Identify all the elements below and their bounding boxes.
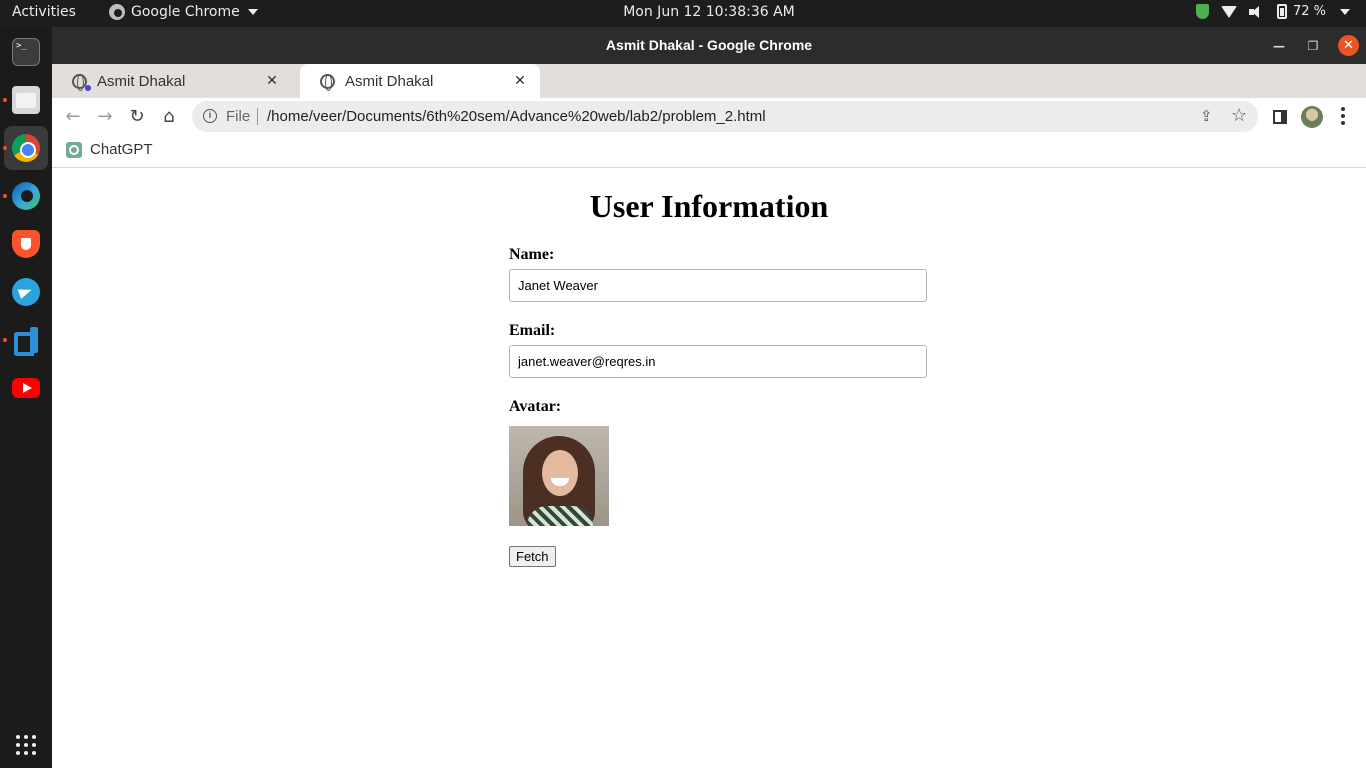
bookmark-label: ChatGPT xyxy=(90,141,153,158)
chatgpt-icon xyxy=(66,141,82,158)
close-window-button[interactable]: ✕ xyxy=(1338,35,1359,56)
terminal-icon: >_ xyxy=(12,38,40,66)
system-tray[interactable]: 72 % xyxy=(1195,4,1350,19)
running-indicator xyxy=(3,146,7,150)
dock-telegram[interactable] xyxy=(4,270,48,314)
files-icon xyxy=(12,86,40,114)
globe-icon xyxy=(320,73,335,91)
tab-asmit-dhakal-1[interactable]: Asmit Dhakal ✕ xyxy=(52,64,292,98)
tab-strip: Asmit Dhakal ✕ Asmit Dhakal ✕ + xyxy=(52,64,1366,127)
back-button[interactable]: ← xyxy=(62,106,84,128)
tab-close-icon[interactable]: ✕ xyxy=(512,72,528,88)
bookmarks-bar: ChatGPT xyxy=(52,135,1366,168)
system-menu-chevron-icon[interactable] xyxy=(1340,8,1350,15)
telegram-icon xyxy=(12,278,40,306)
youtube-icon xyxy=(12,378,40,398)
divider xyxy=(257,108,258,125)
dock-chrome[interactable] xyxy=(3,126,48,170)
dock: >_ xyxy=(0,27,52,768)
battery-icon[interactable] xyxy=(1276,4,1287,19)
tab-title: Asmit Dhakal xyxy=(345,72,434,90)
name-label: Name: xyxy=(509,246,555,263)
fetch-button[interactable]: Fetch xyxy=(509,546,556,567)
url-text[interactable]: /home/veer/Documents/6th%20sem/Advance%2… xyxy=(267,108,766,125)
tab-close-icon[interactable]: ✕ xyxy=(264,72,280,88)
share-icon[interactable]: ⇪ xyxy=(1200,107,1213,125)
running-indicator xyxy=(3,194,7,198)
tab-activity-dot xyxy=(85,85,91,91)
battery-percent[interactable]: 72 % xyxy=(1293,4,1326,19)
running-indicator xyxy=(3,338,7,342)
minimize-button[interactable]: — xyxy=(1269,36,1289,56)
bookmark-star-icon[interactable]: ☆ xyxy=(1231,105,1247,126)
dock-vscode[interactable] xyxy=(3,318,48,362)
clock[interactable]: Mon Jun 12 10:38:36 AM xyxy=(0,4,1366,20)
dock-youtube[interactable] xyxy=(4,366,48,410)
bookmark-chatgpt[interactable]: ChatGPT xyxy=(66,141,153,158)
running-indicator xyxy=(3,98,7,102)
vscode-icon xyxy=(12,326,40,356)
reload-button[interactable]: ↻ xyxy=(126,106,148,128)
profile-avatar[interactable] xyxy=(1301,106,1323,128)
brave-icon xyxy=(12,230,40,258)
chrome-window: Asmit Dhakal - Google Chrome — ❐ ✕ Asmit… xyxy=(52,27,1366,768)
volume-icon[interactable] xyxy=(1248,5,1265,19)
show-apps-grid-icon[interactable] xyxy=(16,735,36,755)
forward-button[interactable]: → xyxy=(94,106,116,128)
browser-toolbar: ← → ↻ ⌂ i File /home/veer/Documents/6th%… xyxy=(52,98,1366,135)
tab-title: Asmit Dhakal xyxy=(97,72,186,90)
home-button[interactable]: ⌂ xyxy=(158,106,180,128)
wifi-icon[interactable] xyxy=(1220,5,1237,18)
edge-icon xyxy=(12,182,40,210)
system-top-bar: Activities Google Chrome Mon Jun 12 10:3… xyxy=(0,0,1366,27)
page-title: User Information xyxy=(589,188,829,224)
dock-brave[interactable] xyxy=(4,222,48,266)
window-titlebar[interactable]: Asmit Dhakal - Google Chrome — ❐ ✕ xyxy=(52,27,1366,64)
chrome-icon xyxy=(12,134,40,162)
side-panel-icon[interactable] xyxy=(1273,110,1287,124)
email-label: Email: xyxy=(509,322,556,339)
dock-edge[interactable] xyxy=(3,174,48,218)
email-input[interactable] xyxy=(509,345,927,378)
address-bar[interactable]: i File /home/veer/Documents/6th%20sem/Ad… xyxy=(192,101,1258,132)
maximize-button[interactable]: ❐ xyxy=(1303,36,1323,56)
page-content: User Information Name: Email: Avatar: Fe… xyxy=(52,168,1366,768)
more-menu-icon[interactable] xyxy=(1341,107,1345,125)
window-title: Asmit Dhakal - Google Chrome xyxy=(605,37,813,53)
name-input[interactable] xyxy=(509,269,927,302)
url-scheme-label: File xyxy=(226,108,251,125)
avatar-label: Avatar: xyxy=(509,398,562,415)
dock-terminal[interactable]: >_ xyxy=(4,30,48,74)
dock-files[interactable] xyxy=(3,78,48,122)
shield-icon[interactable] xyxy=(1195,4,1209,19)
info-icon[interactable]: i xyxy=(203,109,217,123)
tab-asmit-dhakal-2[interactable]: Asmit Dhakal ✕ xyxy=(300,64,540,98)
avatar-image xyxy=(509,426,609,526)
